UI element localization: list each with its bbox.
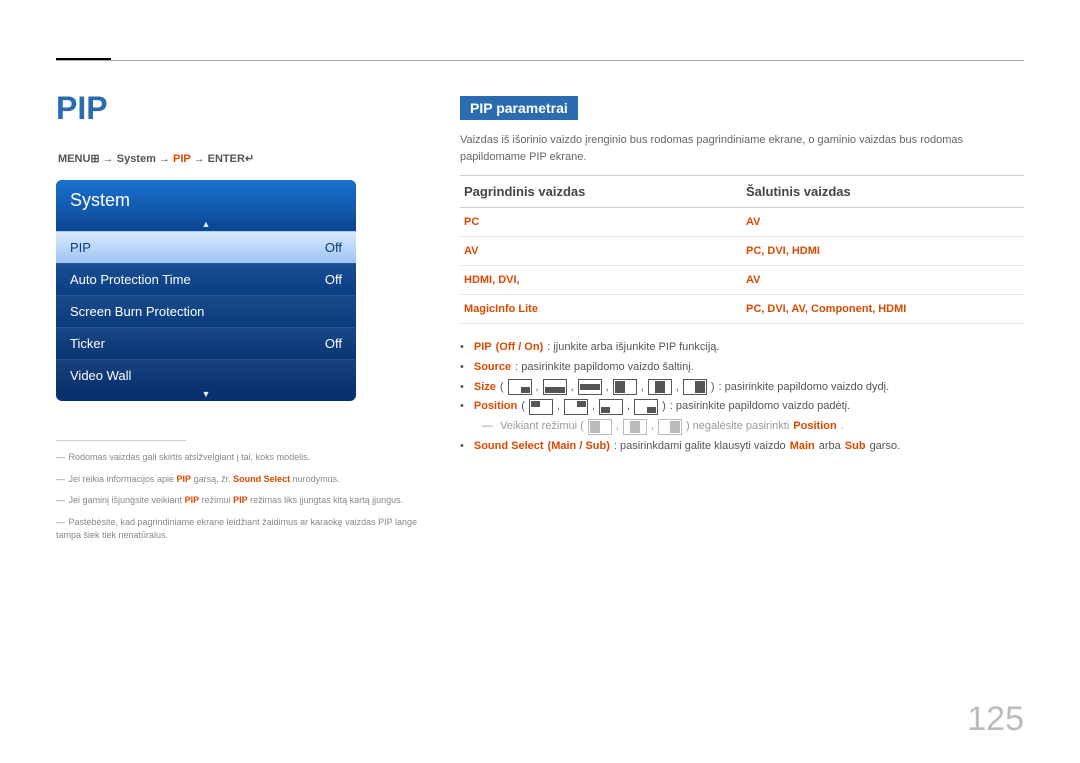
table-row: AVPC, DVI, HDMI bbox=[460, 237, 1024, 266]
bullet-icon: • bbox=[460, 338, 464, 358]
breadcrumb-pip: PIP bbox=[173, 153, 191, 165]
osd-menu-panel: System ▲ PIP Off Auto Protection Time Off Sc… bbox=[56, 180, 356, 401]
option-sound-select: • Sound Select (Main / Sub) : pasirinkda… bbox=[460, 437, 1024, 457]
option-source: • Source : pasirinkite papildomo vaizdo … bbox=[460, 358, 1024, 378]
breadcrumb-menu: MENU bbox=[58, 153, 90, 165]
size-icon-small-br bbox=[508, 379, 532, 395]
menu-item-label: Auto Protection Time bbox=[70, 272, 191, 287]
page-title: PIP bbox=[56, 90, 108, 127]
osd-menu-item[interactable]: Video Wall bbox=[56, 359, 356, 391]
table-row: HDMI, DVI,AV bbox=[460, 266, 1024, 295]
values: (Main / Sub) bbox=[548, 437, 610, 457]
text: garso. bbox=[870, 437, 901, 457]
table-row: MagicInfo LitePC, DVI, AV, Component, HD… bbox=[460, 295, 1024, 324]
text: ) negalėsite pasirinkti bbox=[686, 417, 789, 437]
mode-icon-half-right bbox=[658, 419, 682, 435]
text: arba bbox=[819, 437, 841, 457]
size-icon-half-right bbox=[683, 379, 707, 395]
menu-item-value: Off bbox=[325, 336, 342, 351]
text: : pasirinkite papildomo vaizdo šaltinį. bbox=[515, 358, 694, 378]
section-heading: PIP parametrai bbox=[460, 96, 578, 120]
option-list: • PIP (Off / On) : įjunkite arba išjunki… bbox=[460, 338, 1024, 457]
section-intro: Vaizdas iš išorinio vaizdo įrenginio bus… bbox=[460, 132, 1024, 165]
label: Sound Select bbox=[474, 437, 544, 457]
footnote-rule bbox=[56, 440, 186, 441]
label: PIP bbox=[474, 338, 492, 358]
pos-icon-top-right bbox=[564, 399, 588, 415]
menu-item-label: PIP bbox=[70, 240, 91, 255]
footnote-item: ― Jei reikia informacijos apie PIP garsą… bbox=[56, 473, 426, 487]
size-icon-wide-bottom bbox=[543, 379, 567, 395]
osd-menu-item[interactable]: Ticker Off bbox=[56, 327, 356, 359]
label: Size bbox=[474, 378, 496, 398]
table-cell: AV bbox=[742, 266, 1024, 295]
bullet-icon: • bbox=[460, 437, 464, 457]
table-row: PCAV bbox=[460, 208, 1024, 237]
option-size: • Size ( , , , , , ) : pasirinkite papil… bbox=[460, 378, 1024, 398]
menu-item-label: Screen Burn Protection bbox=[70, 304, 204, 319]
mode-icon-half-left bbox=[588, 419, 612, 435]
size-icon-wide-center bbox=[578, 379, 602, 395]
menu-item-value: Off bbox=[325, 272, 342, 287]
osd-menu-header: System bbox=[56, 180, 356, 221]
footnote-item: ― Jei gaminį išjungsite veikiant PIP rež… bbox=[56, 494, 426, 508]
dash-icon: ― bbox=[482, 417, 496, 437]
table-cell: AV bbox=[460, 237, 742, 266]
option-position-note: ― Veikiant režimui ( , , ) negalėsite pa… bbox=[482, 417, 1024, 437]
option-position: • Position ( , , , ) : pasirinkite papil… bbox=[460, 397, 1024, 417]
arrow-icon: → bbox=[159, 153, 173, 165]
text: : pasirinkdami galite klausyti vaizdo bbox=[614, 437, 786, 457]
footnote-item: ― Rodomas vaizdas gali skirtis atsižvelg… bbox=[56, 451, 426, 465]
label: Main bbox=[790, 437, 815, 457]
table-cell: PC, DVI, HDMI bbox=[742, 237, 1024, 266]
bullet-icon: • bbox=[460, 378, 464, 398]
content-column: PIP parametrai Vaizdas iš išorinio vaizd… bbox=[460, 96, 1024, 457]
table-cell: AV bbox=[742, 208, 1024, 237]
arrow-icon: → bbox=[103, 153, 117, 165]
menu-item-label: Video Wall bbox=[70, 368, 131, 383]
menu-item-value: Off bbox=[325, 240, 342, 255]
table-cell: PC bbox=[460, 208, 742, 237]
breadcrumb: MENU⊞ → System → PIP → ENTER↵ bbox=[58, 152, 254, 165]
scroll-up-icon[interactable]: ▲ bbox=[56, 219, 356, 231]
text: : pasirinkite papildomo vaizdo padėtį. bbox=[670, 397, 850, 417]
pos-icon-bottom-right bbox=[634, 399, 658, 415]
footnote-item: ― Pastebėsite, kad pagrindiniame ekrane … bbox=[56, 516, 426, 543]
table-cell: MagicInfo Lite bbox=[460, 295, 742, 324]
text: Veikiant režimui ( bbox=[500, 417, 584, 437]
option-pip: • PIP (Off / On) : įjunkite arba išjunki… bbox=[460, 338, 1024, 358]
pos-icon-top-left bbox=[529, 399, 553, 415]
label: Source bbox=[474, 358, 511, 378]
bullet-icon: • bbox=[460, 358, 464, 378]
label: Position bbox=[793, 417, 836, 437]
label: Sub bbox=[845, 437, 866, 457]
osd-menu-item[interactable]: Screen Burn Protection bbox=[56, 295, 356, 327]
table-cell: PC, DVI, AV, Component, HDMI bbox=[742, 295, 1024, 324]
page-number: 125 bbox=[967, 700, 1024, 739]
pos-icon-bottom-left bbox=[599, 399, 623, 415]
arrow-icon: → bbox=[194, 153, 208, 165]
table-header-main: Pagrindinis vaizdas bbox=[460, 176, 742, 208]
text: : pasirinkite papildomo vaizdo dydį. bbox=[719, 378, 890, 398]
size-icon-half-center bbox=[648, 379, 672, 395]
table-header-sub: Šalutinis vaizdas bbox=[742, 176, 1024, 208]
breadcrumb-system: System bbox=[117, 153, 156, 165]
table-cell: HDMI, DVI, bbox=[460, 266, 742, 295]
source-table: Pagrindinis vaizdas Šalutinis vaizdas PC… bbox=[460, 175, 1024, 324]
header-rule bbox=[56, 60, 1024, 61]
mode-icon-half-center bbox=[623, 419, 647, 435]
footnotes: ― Rodomas vaizdas gali skirtis atsižvelg… bbox=[56, 440, 426, 551]
bullet-icon: • bbox=[460, 397, 464, 417]
enter-icon: ↵ bbox=[245, 153, 254, 165]
breadcrumb-enter: ENTER bbox=[208, 153, 245, 165]
size-icon-half-left bbox=[613, 379, 637, 395]
text: : įjunkite arba išjunkite PIP funkciją. bbox=[547, 338, 719, 358]
osd-menu-item[interactable]: Auto Protection Time Off bbox=[56, 263, 356, 295]
label: Position bbox=[474, 397, 517, 417]
scroll-down-icon[interactable]: ▼ bbox=[56, 389, 356, 401]
osd-menu-item[interactable]: PIP Off bbox=[56, 231, 356, 263]
menu-item-label: Ticker bbox=[70, 336, 105, 351]
values: (Off / On) bbox=[496, 338, 544, 358]
menu-icon: ⊞ bbox=[90, 153, 99, 165]
